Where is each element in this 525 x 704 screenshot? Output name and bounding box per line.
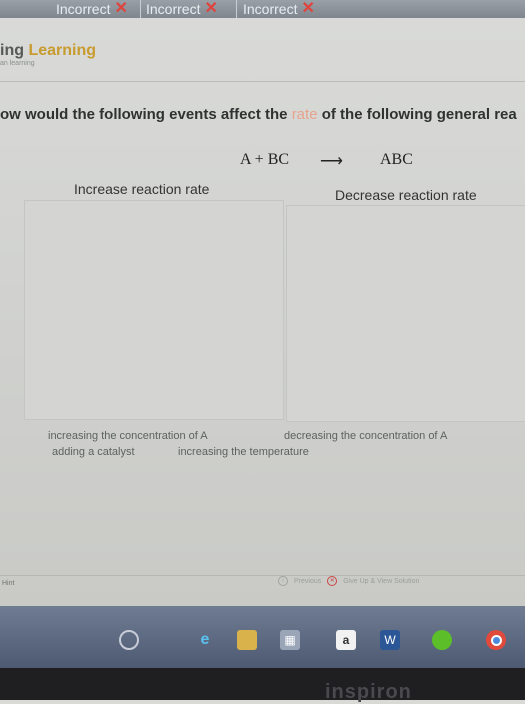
increase-rate-drop-zone[interactable]: [24, 200, 284, 420]
choice-adding-catalyst[interactable]: adding a catalyst: [52, 446, 135, 458]
attempt-3-label: Incorrect: [243, 1, 298, 17]
reaction-arrow-icon: ⟶: [320, 153, 343, 170]
bin-label-increase: Increase reaction rate: [74, 181, 210, 197]
choice-increase-concentration-a[interactable]: increasing the concentration of A: [48, 430, 208, 442]
question-highlight-rate[interactable]: rate: [292, 106, 318, 123]
give-up-icon: ✕: [327, 576, 338, 586]
edge-browser-icon[interactable]: e: [195, 630, 215, 650]
choice-decrease-concentration-a[interactable]: decreasing the concentration of A: [284, 430, 447, 442]
hint-link[interactable]: Hint: [2, 580, 14, 587]
footer-actions: ‹ Previous ✕ Give Up & View Solution: [278, 576, 419, 586]
brand-title: ing Learning: [0, 42, 96, 60]
question-before: ow would the following events affect the: [0, 106, 292, 123]
attempt-3[interactable]: Incorrect ✕: [243, 0, 315, 18]
amazon-icon[interactable]: a: [336, 630, 356, 650]
incorrect-x-icon: ✕: [204, 0, 218, 17]
attempt-2-label: Incorrect: [146, 1, 201, 17]
previous-button[interactable]: Previous: [294, 578, 321, 585]
laptop-bezel: inspiron: [0, 668, 525, 703]
task-view-icon[interactable]: [119, 630, 139, 650]
give-up-button[interactable]: Give Up & View Solution: [343, 578, 419, 585]
taskbar: e ▦ a W: [0, 606, 525, 668]
brand-subtitle: an learning: [0, 60, 35, 67]
attempt-1-label: Incorrect: [56, 1, 111, 17]
footer-divider: [0, 575, 525, 576]
header-divider: [0, 81, 525, 82]
attempt-1[interactable]: Incorrect ✕: [56, 0, 128, 18]
bezel-brand-logo: inspiron: [325, 681, 412, 703]
store-icon[interactable]: ▦: [280, 630, 300, 650]
reaction-product: ABC: [380, 151, 413, 168]
question-text: ow would the following events affect the…: [0, 106, 517, 123]
incorrect-x-icon: ✕: [301, 0, 315, 17]
file-explorer-icon[interactable]: [237, 630, 257, 650]
brand-title-prefix: ing: [0, 42, 29, 59]
attempt-divider: [236, 0, 237, 18]
problem-page: ing Learning an learning ow would the fo…: [0, 18, 525, 606]
reaction-reactants: A + BC: [240, 151, 290, 168]
choice-increase-temperature[interactable]: increasing the temperature: [178, 446, 309, 458]
brand-title-accent: Learning: [28, 42, 96, 59]
word-icon[interactable]: W: [380, 630, 400, 650]
green-app-icon[interactable]: [432, 630, 452, 650]
question-after: of the following general rea: [317, 106, 517, 123]
attempt-history-bar: Incorrect ✕ Incorrect ✕ Incorrect ✕: [0, 0, 525, 18]
previous-icon: ‹: [278, 576, 288, 586]
bin-label-decrease: Decrease reaction rate: [335, 187, 477, 203]
chrome-icon[interactable]: [486, 630, 506, 650]
attempt-divider: [140, 0, 141, 18]
incorrect-x-icon: ✕: [114, 0, 128, 17]
attempt-2[interactable]: Incorrect ✕: [146, 0, 218, 18]
decrease-rate-drop-zone[interactable]: [286, 205, 525, 422]
